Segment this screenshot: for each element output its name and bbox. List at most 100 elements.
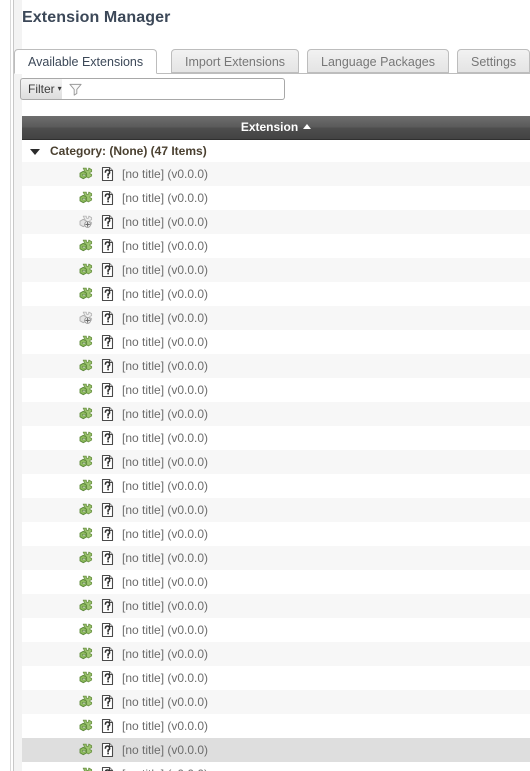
table-row[interactable]: [no title] (v0.0.0): [22, 426, 530, 450]
puzzle-piece-green-icon: [79, 503, 93, 516]
grid-column-header-extension[interactable]: Extension: [22, 116, 530, 140]
puzzle-piece-green-icon: [79, 455, 93, 468]
table-row[interactable]: [no title] (v0.0.0): [22, 186, 530, 210]
table-row[interactable]: [no title] (v0.0.0): [22, 714, 530, 738]
filter-search-input[interactable]: [86, 79, 283, 101]
puzzle-piece-green-icon: [79, 647, 93, 660]
puzzle-piece-green-icon: [78, 454, 94, 470]
table-row[interactable]: [no title] (v0.0.0): [22, 258, 530, 282]
document-question-icon: [101, 358, 114, 374]
table-row[interactable]: [no title] (v0.0.0): [22, 234, 530, 258]
document-question-icon: [100, 574, 116, 590]
caret-down-icon[interactable]: [30, 148, 40, 155]
table-row-label: [no title] (v0.0.0): [122, 479, 209, 493]
document-question-icon: [100, 646, 116, 662]
tab-available-extensions[interactable]: Available Extensions: [14, 49, 158, 74]
table-row[interactable]: [no title] (v0.0.0): [22, 546, 530, 570]
puzzle-piece-green-icon: [78, 550, 94, 566]
document-question-icon: [100, 358, 116, 374]
puzzle-piece-green-icon: [79, 479, 93, 492]
table-row[interactable]: [no title] (v0.0.0): [22, 522, 530, 546]
table-row[interactable]: [no title] (v0.0.0): [22, 354, 530, 378]
tab-available-extensions-label: Available Extensions: [28, 55, 144, 69]
table-row[interactable]: [no title] (v0.0.0): [22, 330, 530, 354]
puzzle-piece-green-icon: [79, 695, 93, 708]
table-row[interactable]: [no title] (v0.0.0): [22, 570, 530, 594]
puzzle-piece-green-icon: [79, 359, 93, 372]
document-question-icon: [100, 454, 116, 470]
puzzle-piece-green-icon: [78, 622, 94, 638]
document-question-icon: [101, 382, 114, 398]
document-question-icon: [101, 190, 114, 206]
tab-import-extensions-label: Import Extensions: [185, 55, 286, 69]
tab-settings-label: Settings: [471, 55, 517, 69]
document-question-icon: [100, 406, 116, 422]
table-row-label: [no title] (v0.0.0): [122, 287, 209, 301]
grid-group-header[interactable]: Category: (None) (47 Items): [22, 140, 530, 162]
puzzle-piece-green-icon: [78, 358, 94, 374]
puzzle-piece-green-icon: [79, 551, 93, 564]
extension-manager-window: Extension Manager Available Extensions Im…: [0, 0, 530, 771]
table-row[interactable]: [no title] (v0.0.0): [22, 642, 530, 666]
puzzle-piece-green-icon: [78, 166, 94, 182]
puzzle-piece-green-icon: [78, 718, 94, 734]
table-row[interactable]: [no title] (v0.0.0): [22, 498, 530, 522]
table-row[interactable]: [no title] (v0.0.0): [22, 474, 530, 498]
document-question-icon: [100, 262, 116, 278]
puzzle-piece-grey-add-icon: [78, 310, 94, 326]
table-row[interactable]: [no title] (v0.0.0): [22, 738, 530, 762]
table-row-label: [no title] (v0.0.0): [122, 551, 209, 565]
puzzle-piece-green-icon: [78, 286, 94, 302]
document-question-icon: [101, 718, 114, 734]
table-row[interactable]: [no title] (v0.0.0): [22, 762, 530, 771]
extensions-grid: Extension Category: (None) (47 Items) [n…: [22, 116, 530, 771]
gutter-rule-inner: [13, 0, 14, 771]
table-row[interactable]: [no title] (v0.0.0): [22, 594, 530, 618]
gutter-rule-outer: [10, 0, 11, 771]
table-row[interactable]: [no title] (v0.0.0): [22, 402, 530, 426]
document-question-icon: [100, 190, 116, 206]
document-question-icon: [101, 334, 114, 350]
puzzle-piece-green-icon: [79, 431, 93, 444]
table-row[interactable]: [no title] (v0.0.0): [22, 282, 530, 306]
table-row[interactable]: [no title] (v0.0.0): [22, 450, 530, 474]
table-row[interactable]: [no title] (v0.0.0): [22, 162, 530, 186]
table-row[interactable]: [no title] (v0.0.0): [22, 306, 530, 330]
puzzle-piece-green-icon: [78, 766, 94, 771]
document-question-icon: [101, 646, 114, 662]
tab-settings[interactable]: Settings: [457, 49, 530, 73]
table-row[interactable]: [no title] (v0.0.0): [22, 666, 530, 690]
puzzle-piece-green-icon: [78, 382, 94, 398]
puzzle-piece-green-icon: [82, 767, 93, 771]
puzzle-piece-grey-add-icon: [79, 215, 93, 228]
filter-input-container[interactable]: [62, 78, 285, 101]
puzzle-piece-green-icon: [78, 478, 94, 494]
table-row[interactable]: [no title] (v0.0.0): [22, 618, 530, 642]
grid-rows: [no title] (v0.0.0) [no title] (v0.0.0) [n…: [22, 162, 530, 771]
document-question-icon: [101, 622, 114, 638]
document-question-icon: [100, 214, 116, 230]
table-row-label: [no title] (v0.0.0): [122, 575, 209, 589]
table-row[interactable]: [no title] (v0.0.0): [22, 690, 530, 714]
puzzle-piece-green-icon: [78, 430, 94, 446]
table-row-label: [no title] (v0.0.0): [122, 695, 209, 709]
puzzle-piece-grey-add-icon: [78, 214, 94, 230]
document-question-icon: [101, 286, 114, 302]
puzzle-piece-green-icon: [79, 335, 93, 348]
puzzle-piece-green-icon: [78, 262, 94, 278]
table-row-label: [no title] (v0.0.0): [122, 719, 209, 733]
document-question-icon: [100, 334, 116, 350]
tab-language-packages[interactable]: Language Packages: [307, 49, 449, 73]
puzzle-piece-green-icon: [79, 599, 93, 612]
table-row[interactable]: [no title] (v0.0.0): [22, 378, 530, 402]
table-row-label: [no title] (v0.0.0): [122, 407, 209, 421]
tab-import-extensions[interactable]: Import Extensions: [171, 49, 300, 73]
document-question-icon: [101, 406, 114, 422]
document-question-icon: [101, 574, 114, 590]
table-row[interactable]: [no title] (v0.0.0): [22, 210, 530, 234]
grid-group-label: Category: (None) (47 Items): [50, 144, 207, 158]
document-question-icon: [100, 742, 116, 758]
table-row-label: [no title] (v0.0.0): [122, 431, 209, 445]
tab-strip: Available Extensions Import Extensions Lan…: [14, 49, 530, 74]
puzzle-piece-green-icon: [79, 263, 93, 276]
